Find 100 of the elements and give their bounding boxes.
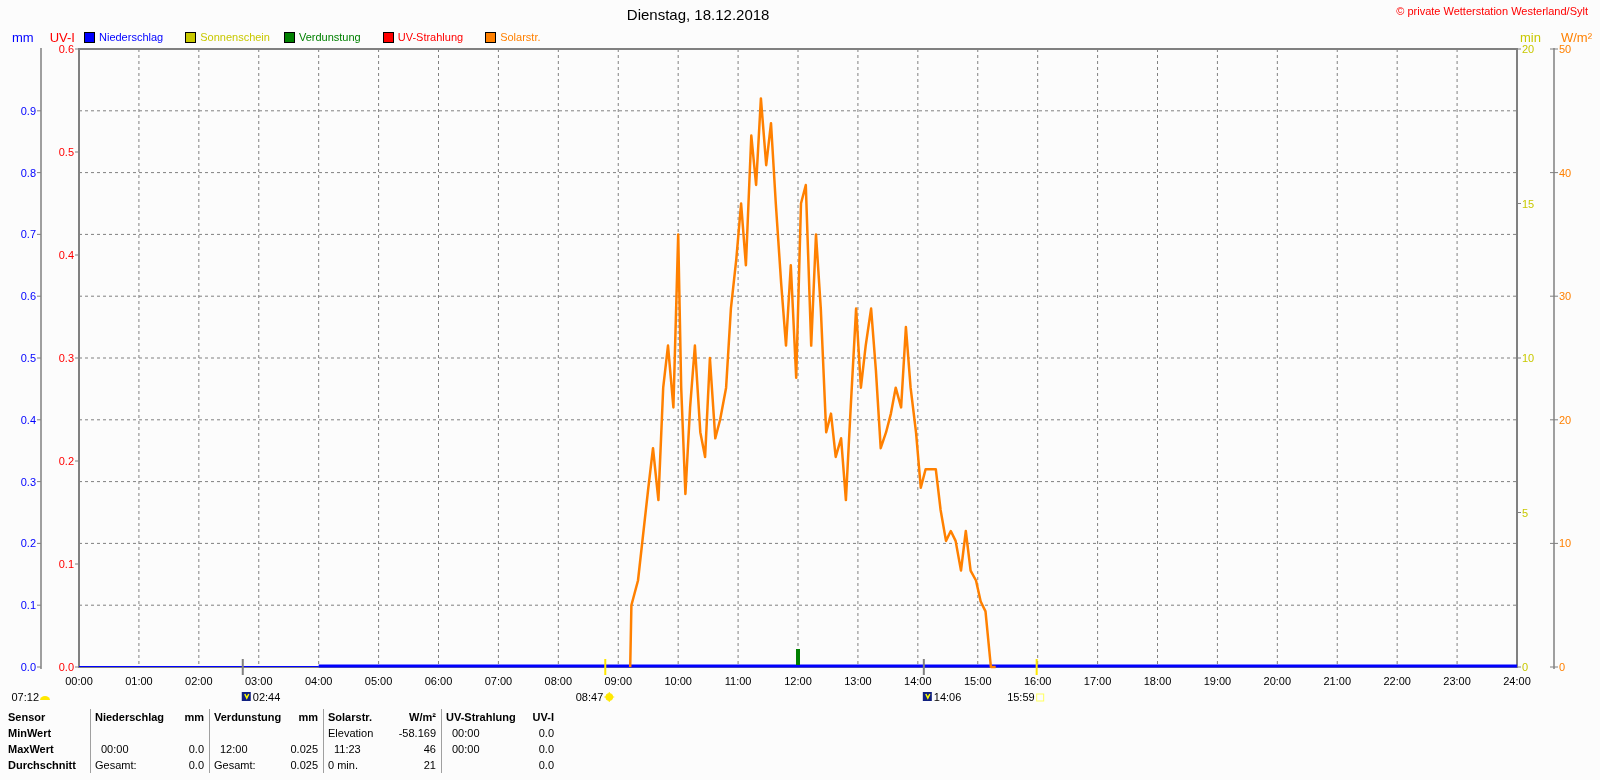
time-axis-label: 13:00	[844, 675, 872, 687]
axis-tick-label: 0.6	[58, 45, 74, 55]
table-cell: 0.0	[538, 743, 554, 755]
time-axis-label: 04:00	[304, 675, 333, 687]
unit-header: W/m²	[409, 711, 436, 723]
axis-tick-label: 0.0	[58, 661, 74, 673]
axis-tick-label: 0	[1522, 661, 1529, 673]
axis-tick-label: 0.8	[20, 166, 36, 179]
time-axis-label: 07:00	[484, 675, 513, 687]
legend-label: Verdunstung	[298, 31, 361, 43]
axis-tick-label: 0.4	[58, 249, 74, 261]
event-time-label: 15:59	[1007, 691, 1035, 703]
time-axis-label: 24:00	[1503, 675, 1531, 687]
time-axis-label: 22:00	[1383, 675, 1411, 687]
table-cell: 46	[423, 743, 436, 755]
axis-tick-label: 0.2	[58, 455, 74, 467]
unit-header: UV-I	[532, 711, 554, 723]
legend-label: Sonnenschein	[200, 31, 270, 43]
column-header: Niederschlag	[95, 711, 165, 723]
axis-tick-label: 0.1	[20, 599, 36, 612]
time-axis-label: 15:00	[964, 675, 992, 687]
axis-tick-label: 15	[1522, 197, 1535, 210]
time-axis-label: 08:00	[544, 675, 573, 687]
table-cell: 0.025	[290, 759, 318, 771]
axis-unit: W/m²	[1560, 29, 1592, 45]
time-axis-label: 12:00	[784, 675, 812, 687]
axis-tick-label: 10	[1559, 537, 1572, 550]
evaporation-mark	[796, 649, 800, 665]
table-cell-text: 00:00	[451, 727, 480, 739]
legend-label: UV-Strahlung	[397, 31, 464, 43]
axis-tick-label: 0.0	[20, 661, 36, 673]
time-axis-label: 23:00	[1443, 675, 1471, 687]
time-axis-label: 18:00	[1143, 675, 1172, 687]
column-header: Solarstr.	[328, 711, 373, 723]
axis-tick-label: 50	[1559, 45, 1572, 55]
axis-tick-label: 0.2	[20, 537, 36, 550]
legend-label: Solarstr.	[500, 31, 541, 43]
time-axis-label: 17:00	[1083, 675, 1112, 687]
unit-header: mm	[298, 711, 318, 723]
row-label: MaxWert	[8, 743, 54, 755]
axis-tick-label: 20	[1522, 45, 1535, 55]
table-cell: 0.0	[538, 727, 554, 739]
axis-tick-label: 30	[1559, 290, 1572, 303]
axis-tick-label: 0.3	[58, 352, 74, 364]
table-cell: 0.0	[188, 743, 204, 755]
square-outline-icon	[1036, 693, 1045, 702]
table-cell: Gesamt:	[95, 759, 137, 771]
event-time-label: 14:06	[933, 691, 962, 703]
time-axis-label: 06:00	[424, 675, 453, 687]
time-axis-label: 16:00	[1023, 675, 1052, 687]
time-axis-label: 21:00	[1323, 675, 1351, 687]
table-cell: 0.0	[188, 759, 204, 771]
night-sky-icon	[241, 692, 251, 701]
axis-unit: min	[1520, 29, 1541, 45]
axis-tick-label: 0.7	[20, 228, 36, 241]
legend-label: Niederschlag	[99, 31, 164, 43]
axis-tick-label: 40	[1559, 166, 1572, 179]
row-label: Sensor	[8, 711, 46, 723]
event-marker-tick	[241, 658, 244, 676]
unit-header: mm	[184, 711, 204, 723]
axis-tick-label: 0.6	[20, 290, 36, 303]
table-cell: Gesamt:	[214, 759, 256, 771]
event-time-label: 08:47	[575, 691, 604, 703]
time-axis-label: 10:00	[664, 675, 692, 687]
table-cell-text: 12:00	[219, 743, 248, 755]
time-axis-label: 11:00	[724, 675, 752, 687]
row-label: Durchschnitt	[8, 759, 76, 771]
sun-icon	[603, 691, 615, 703]
time-axis-label: 03:00	[245, 675, 273, 687]
table-cell: 21	[423, 759, 436, 771]
table-cell: 0.025	[290, 743, 318, 755]
time-axis-label: 19:00	[1203, 675, 1232, 687]
time-axis-label: 09:00	[604, 675, 632, 687]
axis-unit: mm	[12, 29, 34, 45]
event-marker-tick	[922, 658, 925, 676]
axis-tick-label: 0	[1559, 661, 1566, 673]
event-time-label: 02:44	[252, 691, 281, 703]
table-cell-text: 00:00	[100, 743, 129, 755]
axis-tick-label: 0.9	[20, 104, 36, 117]
axis-tick-label: 0.1	[58, 558, 74, 570]
night-sky-icon	[922, 692, 932, 701]
table-cell: 0 min.	[328, 759, 358, 771]
time-axis-label: 01:00	[125, 675, 153, 687]
column-header: Verdunstung	[214, 711, 282, 723]
axis-tick-label: 5	[1522, 506, 1529, 519]
event-marker-tick	[1035, 658, 1038, 676]
time-axis-label: 14:00	[904, 675, 932, 687]
axis-tick-label: 10	[1522, 352, 1535, 364]
half-sun-icon	[40, 696, 50, 700]
table-cell-text: 00:00	[451, 743, 480, 755]
axis-tick-label: 20	[1559, 413, 1572, 426]
chart-title: Dienstag, 18.12.2018	[625, 5, 771, 23]
time-axis-label: 05:00	[364, 675, 393, 687]
table-cell: -58.169	[398, 727, 436, 739]
table-cell: Elevation	[328, 727, 374, 739]
axis-tick-label: 0.5	[58, 146, 74, 158]
copyright-text: © private Wetterstation Westerland/Sylt	[1396, 4, 1589, 17]
table-cell: 0.0	[538, 759, 554, 771]
time-axis-label: 02:00	[185, 675, 213, 687]
time-axis-label: 00:00	[65, 675, 93, 687]
